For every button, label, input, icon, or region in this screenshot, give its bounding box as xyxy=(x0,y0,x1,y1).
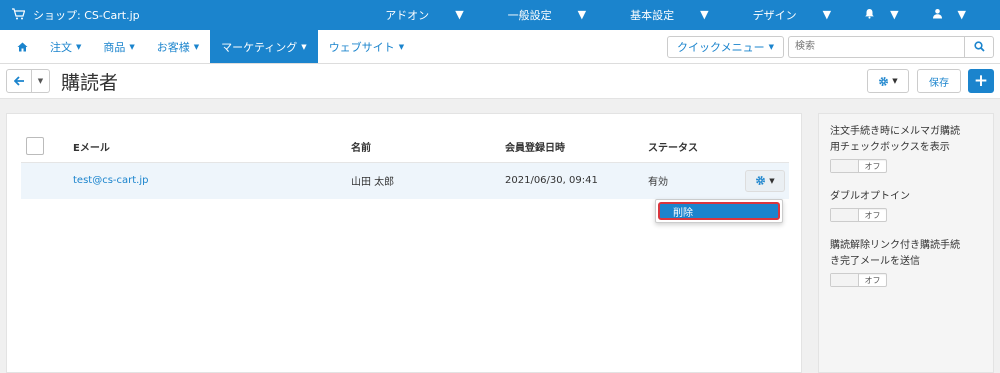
back-history-dropdown[interactable]: ▼ xyxy=(32,69,50,93)
search-button[interactable] xyxy=(964,35,994,58)
main-nav: 注文 ▼ 商品 ▼ お客様 ▼ マーケティング ▼ ウェブサイト ▼ クイックメニュー ▼ xyxy=(0,30,1000,64)
plus-icon: + xyxy=(973,70,989,91)
search-input[interactable] xyxy=(788,35,964,58)
back-button[interactable] xyxy=(6,69,32,93)
caret-down-icon: ▼ xyxy=(301,42,307,51)
settings-dropdown-button[interactable]: ▼ xyxy=(867,69,909,93)
search-icon xyxy=(973,41,985,52)
caret-down-icon: ▼ xyxy=(892,77,898,85)
gear-icon xyxy=(879,76,889,86)
nav-home[interactable] xyxy=(6,30,39,63)
page-title: 購読者 xyxy=(61,71,119,94)
setting-checkout-checkbox: 注文手続き時にメルマガ購読用チェックボックスを表示 オフ xyxy=(830,124,993,173)
delete-menu-item[interactable]: 削除 xyxy=(658,202,780,220)
cart-icon xyxy=(12,7,26,23)
caret-down-icon: ▼ xyxy=(822,8,832,21)
column-header-email[interactable]: Eメール xyxy=(73,131,351,163)
caret-down-icon: ▼ xyxy=(455,8,464,21)
top-menu-basic-settings[interactable]: 基本設定 ▼ xyxy=(608,7,730,23)
caret-down-icon: ▼ xyxy=(769,176,775,185)
top-bar: ショップ: CS-Cart.jp アドオン ▼ 一般設定 ▼ 基本設定 ▼ デザイン ▼… xyxy=(0,0,1000,30)
setting-double-opt-in: ダブルオプトイン オフ xyxy=(830,189,993,222)
caret-down-icon: ▼ xyxy=(37,77,44,85)
row-actions-button[interactable]: ▼ xyxy=(745,169,785,192)
user-menu[interactable]: ▼ xyxy=(921,8,988,22)
select-all-checkbox[interactable] xyxy=(26,137,44,156)
save-button[interactable]: 保存 xyxy=(917,69,961,93)
quick-menu-button[interactable]: クイックメニュー ▼ xyxy=(667,35,784,58)
nav-marketing[interactable]: マーケティング ▼ xyxy=(210,30,318,63)
subscribers-table: Eメール 名前 会員登録日時 ステータス test@cs-cart.jp 山田 … xyxy=(21,131,789,199)
setting-label: ダブルオプトイン xyxy=(830,191,910,202)
subscriber-status[interactable]: 有効 xyxy=(648,162,738,199)
caret-down-icon: ▼ xyxy=(193,42,200,51)
setting-label: 購読解除リンク付き購読手続き完了メールを送信 xyxy=(830,240,960,267)
store-switcher[interactable]: ショップ: CS-Cart.jp xyxy=(12,7,140,23)
subscriber-email-link[interactable]: test@cs-cart.jp xyxy=(73,175,148,186)
column-header-name[interactable]: 名前 xyxy=(351,131,505,163)
top-menu-design[interactable]: デザイン ▼ xyxy=(731,7,853,23)
nav-website[interactable]: ウェブサイト ▼ xyxy=(318,30,415,63)
setting-unsubscribe-email: 購読解除リンク付き購読手続き完了メールを送信 オフ xyxy=(830,238,993,287)
title-bar: ▼ 購読者 ▼ 保存 + xyxy=(0,64,1000,99)
caret-down-icon: ▼ xyxy=(398,42,405,51)
caret-down-icon: ▼ xyxy=(957,8,966,21)
caret-down-icon: ▼ xyxy=(768,42,774,51)
row-actions-dropdown: 削除 xyxy=(655,199,783,223)
notifications-menu[interactable]: ▼ xyxy=(853,8,920,22)
gear-icon xyxy=(756,176,766,186)
store-label: ショップ: CS-Cart.jp xyxy=(33,9,140,22)
subscriber-registered: 2021/06/30, 09:41 xyxy=(505,162,648,199)
caret-down-icon: ▼ xyxy=(76,42,82,51)
nav-products[interactable]: 商品 ▼ xyxy=(92,30,145,63)
nav-customers[interactable]: お客様 ▼ xyxy=(146,30,210,63)
column-header-registered[interactable]: 会員登録日時 xyxy=(505,131,648,163)
caret-down-icon: ▼ xyxy=(700,8,709,21)
add-button[interactable]: + xyxy=(968,69,994,93)
unsubscribe-email-toggle[interactable]: オフ xyxy=(830,273,887,287)
home-icon xyxy=(17,42,28,51)
arrow-left-icon xyxy=(13,76,24,86)
setting-label: 注文手続き時にメルマガ購読用チェックボックスを表示 xyxy=(830,126,960,153)
table-row: test@cs-cart.jp 山田 太郎 2021/06/30, 09:41 … xyxy=(21,162,789,199)
bell-icon xyxy=(865,9,874,19)
main-panel: Eメール 名前 会員登録日時 ステータス test@cs-cart.jp 山田 … xyxy=(6,113,802,373)
settings-sidebar: 注文手続き時にメルマガ購読用チェックボックスを表示 オフ ダブルオプトイン オフ… xyxy=(818,113,994,373)
checkout-checkbox-toggle[interactable]: オフ xyxy=(830,159,887,173)
subscriber-name: 山田 太郎 xyxy=(351,162,505,199)
double-opt-in-toggle[interactable]: オフ xyxy=(830,208,887,222)
toggle-state: オフ xyxy=(864,210,881,220)
top-menu-addons[interactable]: アドオン ▼ xyxy=(363,7,485,23)
top-menu-general-settings[interactable]: 一般設定 ▼ xyxy=(486,7,608,23)
user-icon xyxy=(932,9,942,19)
nav-orders[interactable]: 注文 ▼ xyxy=(39,30,92,63)
caret-down-icon: ▼ xyxy=(129,42,135,51)
toggle-state: オフ xyxy=(864,161,881,171)
caret-down-icon: ▼ xyxy=(577,8,587,21)
caret-down-icon: ▼ xyxy=(890,8,899,21)
column-header-status[interactable]: ステータス xyxy=(648,131,738,163)
toggle-state: オフ xyxy=(864,275,881,285)
